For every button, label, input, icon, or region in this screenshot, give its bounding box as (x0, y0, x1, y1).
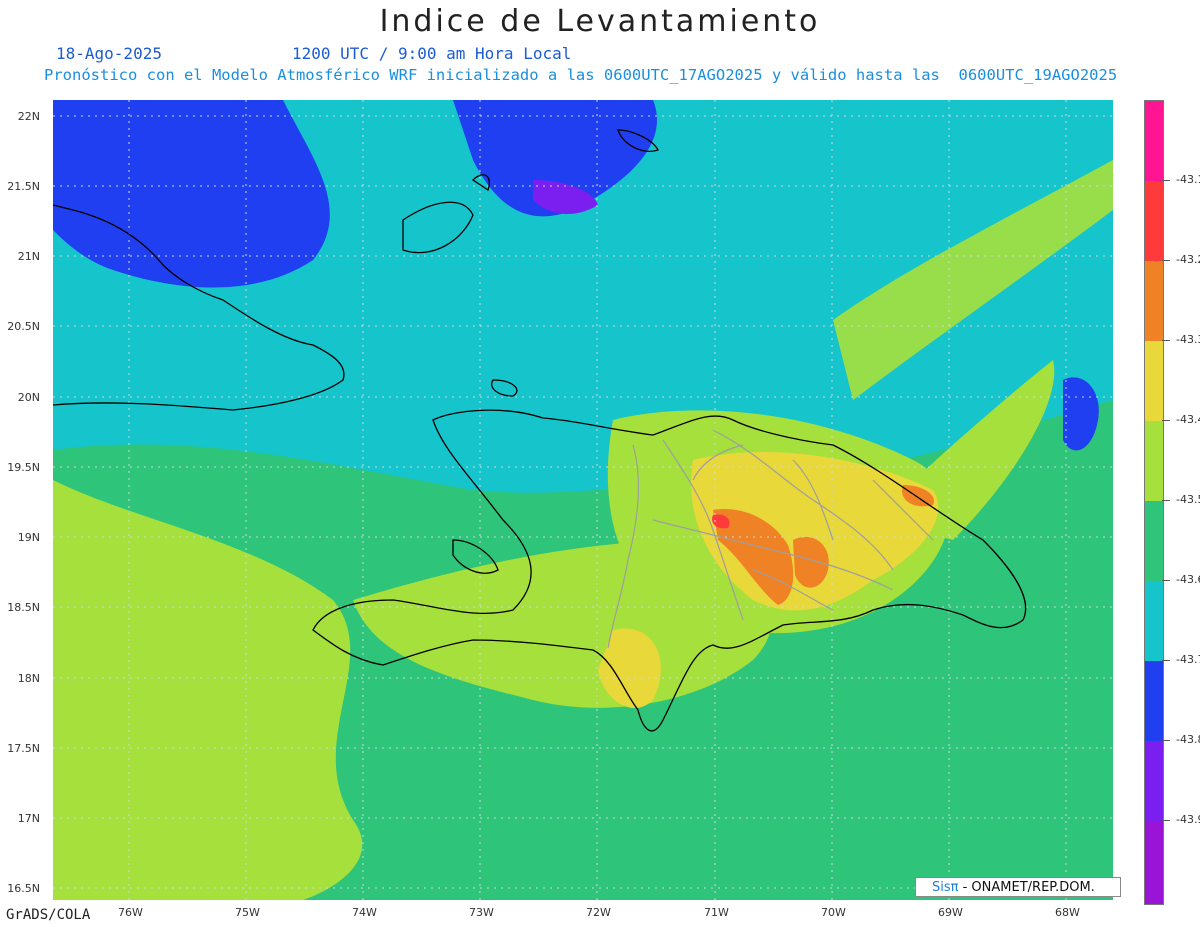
lat-label-21n: 21N (17, 250, 40, 263)
forecast-date: 18-Ago-2025 (56, 44, 162, 63)
lifted-index-map (53, 100, 1113, 900)
lon-label-73w: 73W (469, 906, 494, 919)
colorbar-tick (1162, 180, 1170, 181)
colorbar-label: -43.9 (1176, 813, 1200, 826)
colorbar-label: -43.4 (1176, 413, 1200, 426)
lat-label-18n: 18N (17, 672, 40, 685)
colorbar-segment-4 (1145, 341, 1163, 421)
field-blue-nw (53, 100, 330, 288)
colorbar-segment-7 (1145, 581, 1163, 661)
colorbar-tick (1162, 500, 1170, 501)
colorbar-tick (1162, 580, 1170, 581)
lon-label-76w: 76W (118, 906, 143, 919)
lon-label-72w: 72W (586, 906, 611, 919)
colorbar-label: -43.6 (1176, 573, 1200, 586)
lat-label-22n: 22N (17, 110, 40, 123)
lat-label-17n: 17N (17, 812, 40, 825)
lat-label-19n: 19N (17, 531, 40, 544)
colorbar (1144, 100, 1164, 905)
lon-label-69w: 69W (938, 906, 963, 919)
map-area (53, 100, 1113, 900)
colorbar-tick (1162, 740, 1170, 741)
lat-label-18-5n: 18.5N (7, 601, 40, 614)
colorbar-tick (1162, 260, 1170, 261)
colorbar-label: -43.1 (1176, 173, 1200, 186)
map-title: Indice de Levantamiento (379, 4, 821, 39)
lat-label-17-5n: 17.5N (7, 742, 40, 755)
lon-label-71w: 71W (704, 906, 729, 919)
model-info: Pronóstico con el Modelo Atmosférico WRF… (44, 66, 1118, 84)
lon-label-74w: 74W (352, 906, 377, 919)
colorbar-label: -43.8 (1176, 733, 1200, 746)
lat-label-16-5n: 16.5N (7, 882, 40, 895)
colorbar-label: -43.2 (1176, 253, 1200, 266)
lat-label-20-5n: 20.5N (7, 320, 40, 333)
colorbar-label: -43.7 (1176, 653, 1200, 666)
agency-badge: Sisπ - ONAMET/REP.DOM. (915, 877, 1121, 897)
colorbar-label: -43.5 (1176, 493, 1200, 506)
colorbar-segment-8 (1145, 661, 1163, 741)
lon-label-68w: 68W (1055, 906, 1080, 919)
colorbar-tick (1162, 660, 1170, 661)
colorbar-segment-6 (1145, 501, 1163, 581)
colorbar-segment-3 (1145, 261, 1163, 341)
colorbar-label: -43.3 (1176, 333, 1200, 346)
colorbar-segment-5 (1145, 421, 1163, 501)
forecast-time: 1200 UTC / 9:00 am Hora Local (292, 44, 572, 63)
agency-name: - ONAMET/REP.DOM. (962, 880, 1095, 895)
lon-label-75w: 75W (235, 906, 260, 919)
colorbar-tick (1162, 340, 1170, 341)
colorbar-tick (1162, 820, 1170, 821)
colorbar-tick (1162, 420, 1170, 421)
colorbar-segment-10 (1145, 821, 1163, 904)
lat-label-21-5n: 21.5N (7, 180, 40, 193)
grads-credit: GrADS/COLA (6, 907, 91, 923)
lat-label-20n: 20N (17, 391, 40, 404)
colorbar-segment-1 (1145, 101, 1163, 181)
lat-label-19-5n: 19.5N (7, 461, 40, 474)
sispi-logo: Sisπ (932, 880, 959, 895)
lon-label-70w: 70W (821, 906, 846, 919)
colorbar-segment-9 (1145, 741, 1163, 821)
colorbar-segment-2 (1145, 181, 1163, 261)
